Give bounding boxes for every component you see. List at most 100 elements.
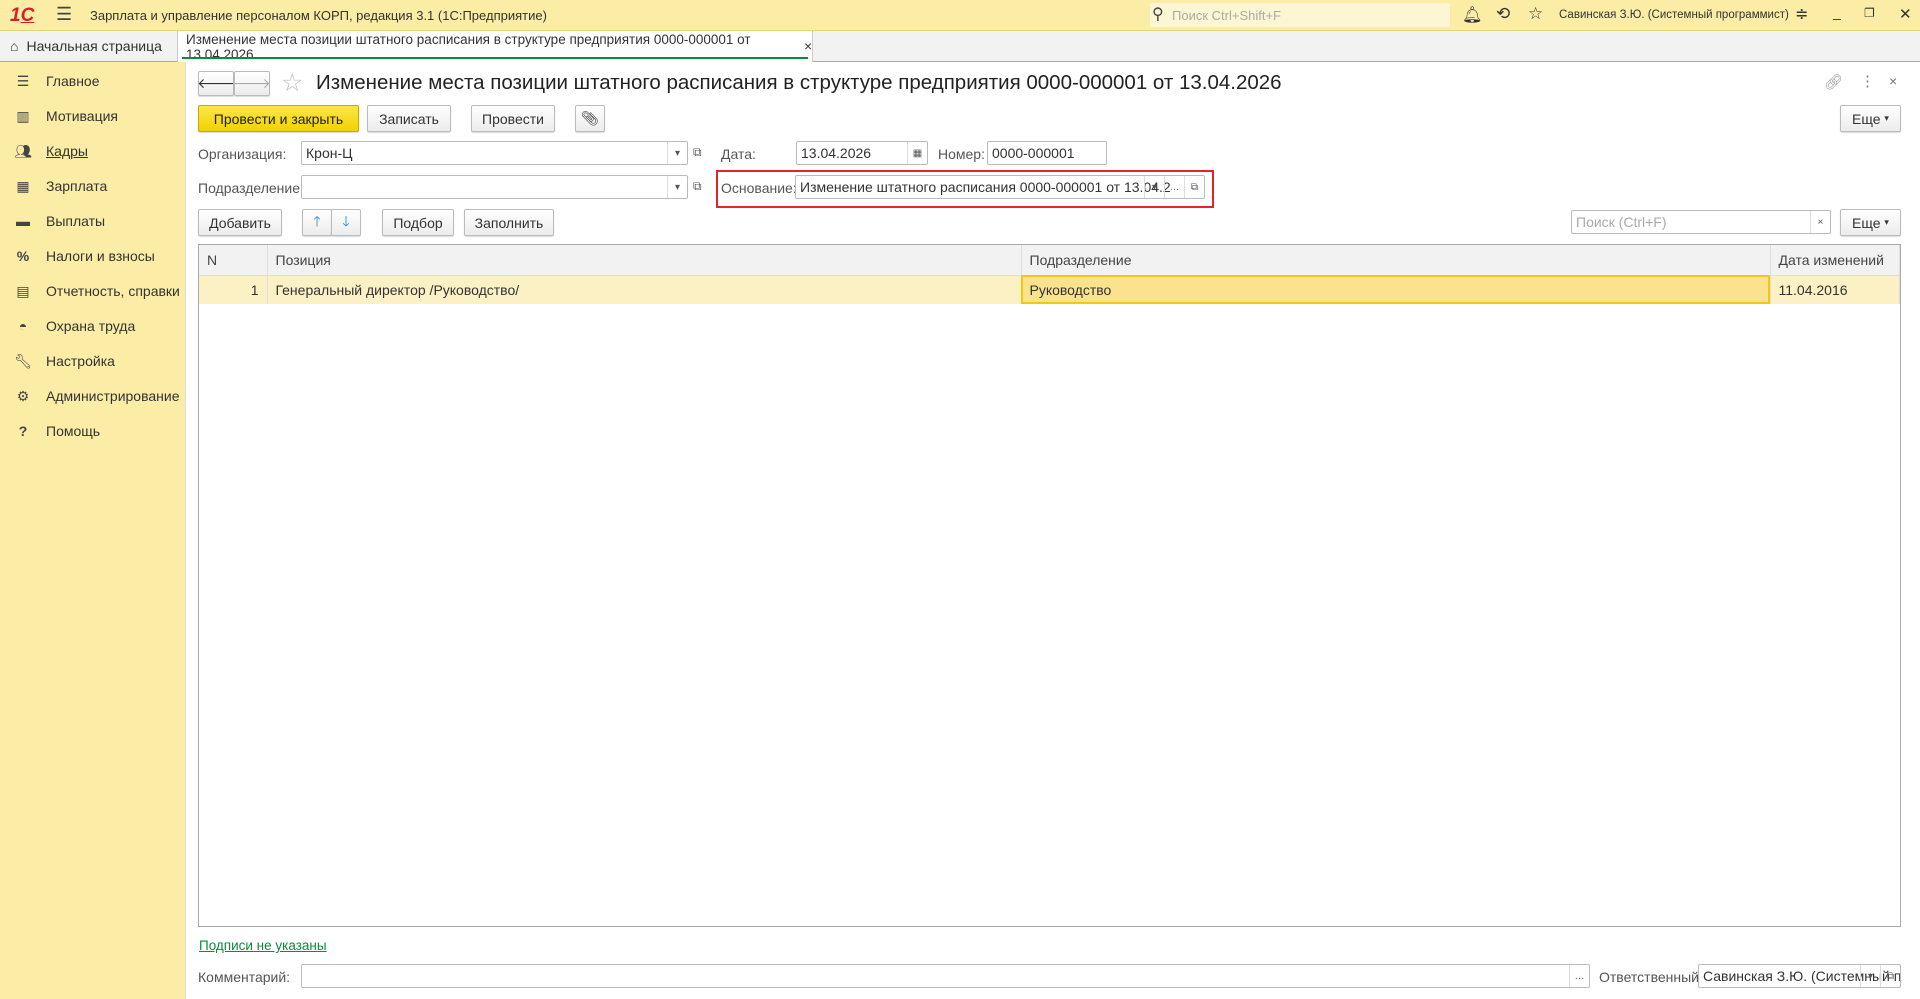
chevron-down-icon: ▾: [1884, 113, 1889, 123]
wrench-icon: 🔧︎: [14, 352, 32, 369]
1c-logo-icon: 1С: [10, 5, 35, 26]
close-window-icon[interactable]: ✕: [1899, 5, 1912, 23]
table-header-row: N Позиция Подразделение Дата изменений: [199, 245, 1900, 276]
post-and-close-button[interactable]: Провести и закрыть: [198, 105, 359, 132]
title-bar: 1С ☰ Зарплата и управление персоналом КО…: [0, 0, 1920, 31]
cell-date[interactable]: 11.04.2016: [1770, 275, 1900, 304]
sidebar-item-reports[interactable]: ▤ Отчетность, справки: [0, 276, 186, 306]
number-field[interactable]: 0000-000001: [987, 141, 1107, 165]
org-field[interactable]: Крон-Ц ▾: [301, 141, 688, 165]
select-ellipsis-button[interactable]: …: [1164, 176, 1184, 198]
close-form-icon[interactable]: ×: [1889, 73, 1897, 89]
home-icon: ⌂: [10, 38, 19, 54]
add-button[interactable]: Добавить: [198, 209, 282, 236]
signatures-link[interactable]: Подписи не указаны: [199, 938, 327, 953]
pick-button[interactable]: Подбор: [382, 209, 454, 236]
more-actions-icon[interactable]: ⋮: [1860, 72, 1875, 90]
post-label: Провести: [482, 110, 544, 127]
table-search-placeholder: Поиск (Ctrl+F): [1576, 214, 1667, 230]
sidebar-item-settings[interactable]: 🔧︎ Настройка: [0, 346, 186, 376]
link-icon[interactable]: 🔗︎: [1824, 73, 1843, 91]
open-basis-icon[interactable]: ⧉: [1184, 176, 1204, 198]
close-tab-icon[interactable]: ×: [804, 39, 812, 54]
helmet-icon: ◓: [18, 318, 28, 334]
fill-label: Заполнить: [474, 214, 544, 231]
comment-label: Комментарий:: [198, 969, 291, 985]
cell-position[interactable]: Генеральный директор /Руководство/: [267, 275, 1022, 304]
back-button[interactable]: 🡐: [197, 71, 235, 96]
settings-menu-icon[interactable]: ≑: [1795, 4, 1808, 24]
sidebar-item-payments[interactable]: ▬ Выплаты: [0, 206, 186, 236]
post-button[interactable]: Провести: [471, 105, 555, 132]
column-header-date[interactable]: Дата изменений: [1770, 245, 1900, 276]
comment-ellipsis-button[interactable]: …: [1569, 965, 1589, 987]
sidebar-item-label: Отчетность, справки: [46, 283, 180, 299]
chevron-down-icon[interactable]: ▾: [1144, 176, 1164, 198]
save-button[interactable]: Записать: [367, 105, 451, 132]
search-icon: ⚲: [1152, 6, 1164, 23]
arrow-right-icon: 🡒: [233, 75, 271, 91]
date-label: Дата:: [721, 146, 756, 162]
date-field[interactable]: 13.04.2026 ▦: [796, 141, 928, 165]
sidebar-item-motivation[interactable]: ▥ Мотивация: [0, 101, 186, 131]
basis-value: Изменение штатного расписания 0000-00000…: [800, 179, 1171, 195]
sidebar-item-admin[interactable]: ⚙ Администрирование: [0, 381, 186, 411]
history-icon[interactable]: ⟲: [1496, 4, 1510, 24]
open-dept-icon[interactable]: ⧉: [693, 179, 702, 194]
move-up-button[interactable]: 🡑: [302, 209, 332, 236]
minimize-icon[interactable]: _: [1833, 4, 1841, 20]
restore-icon[interactable]: ❐: [1864, 6, 1875, 20]
sidebar-item-help[interactable]: ? Помощь: [0, 416, 186, 446]
sidebar-item-hr[interactable]: 👥︎ Кадры: [0, 136, 186, 166]
basis-label: Основание:: [721, 180, 797, 196]
cell-dept[interactable]: Руководство: [1021, 275, 1771, 304]
sidebar-item-taxes[interactable]: % Налоги и взносы: [0, 241, 186, 271]
table-more-button[interactable]: Еще ▾: [1840, 209, 1901, 236]
open-org-icon[interactable]: ⧉: [693, 145, 702, 160]
sidebar-item-salary[interactable]: ▦ Зарплата: [0, 171, 186, 201]
chevron-down-icon[interactable]: ▾: [1860, 965, 1880, 987]
favorite-star-icon[interactable]: ☆: [281, 68, 303, 98]
tab-active-document[interactable]: Изменение места позиции штатного расписа…: [177, 31, 813, 62]
global-search-placeholder: Поиск Ctrl+Shift+F: [1172, 8, 1281, 23]
main-menu-icon[interactable]: ☰: [56, 4, 72, 25]
attach-button[interactable]: 📎︎: [575, 105, 605, 132]
sidebar-item-label: Мотивация: [46, 108, 119, 124]
move-down-button[interactable]: 🡓: [331, 209, 361, 236]
tab-home[interactable]: ⌂ Начальная страница: [0, 31, 176, 61]
tabs-bar: ⌂ Начальная страница Изменение места поз…: [0, 31, 1920, 62]
clear-search-icon[interactable]: ×: [1810, 211, 1830, 233]
chevron-down-icon[interactable]: ▾: [667, 142, 687, 164]
column-header-dept[interactable]: Подразделение: [1021, 245, 1771, 276]
forward-button[interactable]: 🡒: [233, 71, 271, 96]
column-header-n[interactable]: N: [199, 245, 268, 276]
responsible-field[interactable]: Савинская З.Ю. (Системный программист) ▾…: [1698, 964, 1901, 988]
open-responsible-icon[interactable]: ⧉: [1880, 965, 1900, 987]
comment-field[interactable]: …: [301, 964, 1590, 988]
cell-n[interactable]: 1: [199, 275, 268, 304]
help-icon: ?: [18, 423, 28, 439]
fill-button[interactable]: Заполнить: [464, 209, 554, 236]
dept-field[interactable]: ▾: [301, 175, 688, 199]
table-search-input[interactable]: Поиск (Ctrl+F) ×: [1571, 210, 1831, 234]
favorites-star-icon[interactable]: ☆: [1528, 4, 1543, 24]
responsible-label: Ответственный:: [1599, 969, 1703, 985]
sidebar: ☰ Главное ▥ Мотивация 👥︎ Кадры ▦ Зарплата ▬ В…: [0, 62, 186, 999]
basis-field[interactable]: Изменение штатного расписания 0000-00000…: [795, 175, 1205, 199]
percent-icon: %: [16, 248, 30, 264]
user-name[interactable]: Савинская З.Ю. (Системный программист): [1559, 9, 1789, 21]
calendar-icon[interactable]: ▦: [907, 142, 927, 164]
global-search-input[interactable]: ⚲ Поиск Ctrl+Shift+F: [1150, 3, 1450, 27]
sidebar-item-main[interactable]: ☰ Главное: [0, 66, 186, 96]
chevron-down-icon: ▾: [1884, 217, 1889, 227]
more-button[interactable]: Еще ▾: [1840, 105, 1901, 132]
table-row[interactable]: 1 Генеральный директор /Руководство/ Рук…: [199, 275, 1900, 304]
chevron-down-icon[interactable]: ▾: [667, 176, 687, 198]
sidebar-item-label: Выплаты: [46, 213, 106, 229]
bell-icon[interactable]: 🔔︎: [1462, 5, 1482, 25]
sidebar-item-label: Кадры: [46, 143, 88, 159]
post-and-close-label: Провести и закрыть: [213, 110, 344, 127]
column-header-position[interactable]: Позиция: [267, 245, 1022, 276]
sidebar-item-safety[interactable]: ◓ Охрана труда: [0, 311, 186, 341]
sidebar-item-label: Главное: [46, 73, 100, 89]
